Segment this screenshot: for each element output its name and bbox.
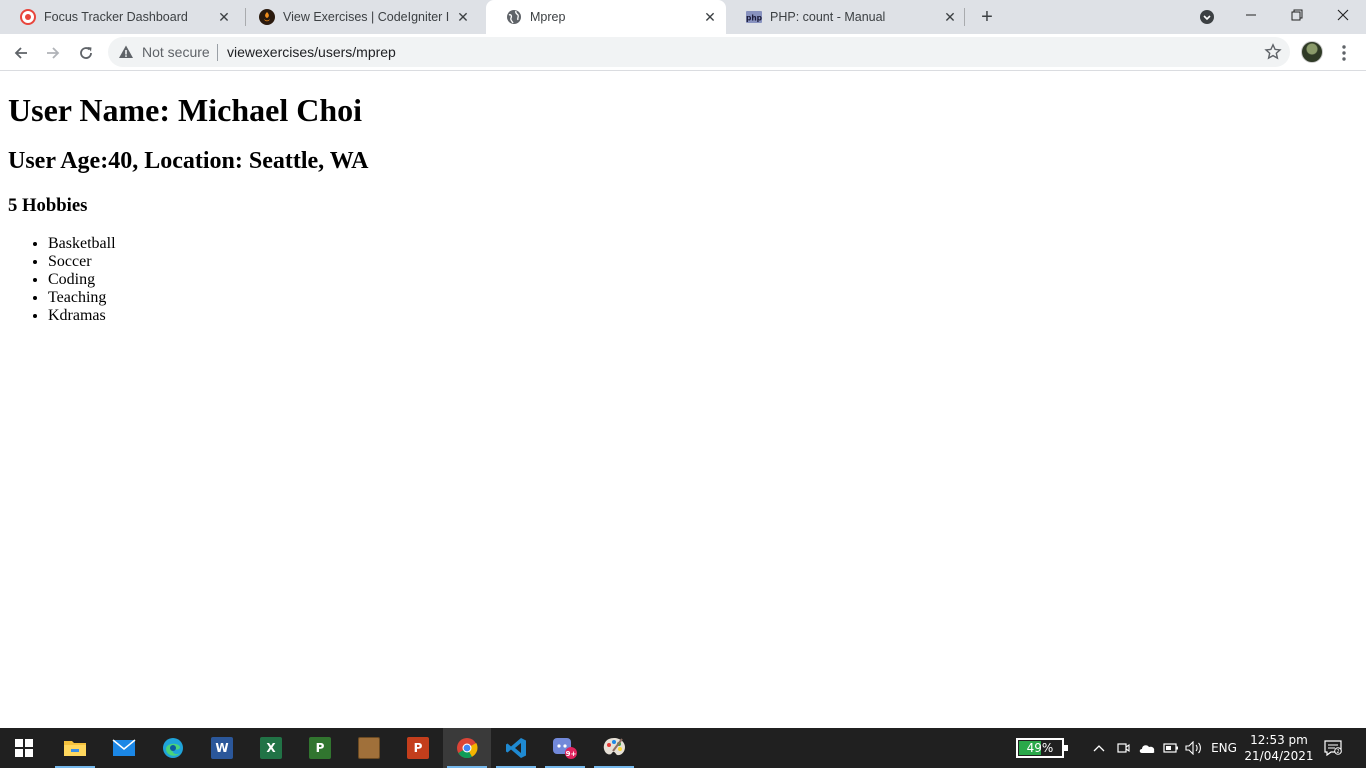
language-indicator[interactable]: ENG bbox=[1208, 728, 1240, 768]
browser-toolbar: Not secure viewexercises/users/mprep bbox=[0, 34, 1366, 71]
tab-search-icon[interactable] bbox=[1199, 9, 1215, 25]
address-bar[interactable]: Not secure viewexercises/users/mprep bbox=[108, 37, 1290, 67]
security-label[interactable]: Not secure bbox=[142, 44, 210, 60]
minimize-icon[interactable] bbox=[1228, 0, 1274, 30]
taskbar-file-explorer[interactable] bbox=[51, 728, 99, 768]
svg-text:php: php bbox=[746, 14, 762, 23]
notification-badge: 9+ bbox=[566, 750, 577, 758]
tab-title: Focus Tracker Dashboard bbox=[44, 10, 188, 24]
new-tab-button[interactable]: + bbox=[977, 7, 997, 27]
php-icon: php bbox=[746, 9, 762, 25]
edge-icon bbox=[163, 738, 183, 758]
book-icon bbox=[358, 737, 380, 759]
clock[interactable]: 12:53 pm 21/04/2021 bbox=[1244, 732, 1314, 764]
taskbar-mail[interactable] bbox=[100, 728, 148, 768]
list-item: Teaching bbox=[48, 289, 1358, 307]
list-item: Soccer bbox=[48, 253, 1358, 271]
close-tab-icon[interactable]: ✕ bbox=[216, 9, 232, 25]
tab-mprep[interactable]: Mprep ✕ bbox=[486, 0, 726, 34]
close-tab-icon[interactable]: ✕ bbox=[702, 9, 718, 25]
hobbies-list: Basketball Soccer Coding Teaching Kdrama… bbox=[8, 235, 1358, 325]
show-hidden-icons-icon[interactable] bbox=[1090, 728, 1108, 768]
user-details-heading: User Age:40, Location: Seattle, WA bbox=[8, 148, 369, 174]
volume-icon[interactable] bbox=[1185, 728, 1203, 768]
palette-icon bbox=[603, 738, 625, 756]
codeigniter-icon bbox=[259, 9, 275, 25]
tab-title: Mprep bbox=[530, 10, 566, 24]
meet-now-icon[interactable] bbox=[1114, 728, 1132, 768]
tab-view-exercises[interactable]: View Exercises | CodeIgniter I ✕ bbox=[239, 0, 479, 34]
start-button[interactable] bbox=[0, 728, 48, 768]
forward-icon[interactable] bbox=[40, 40, 66, 66]
taskbar-edge[interactable] bbox=[149, 728, 197, 768]
taskbar-word[interactable]: W bbox=[198, 728, 246, 768]
battery-percent: 49% bbox=[1026, 741, 1054, 755]
profile-avatar[interactable] bbox=[1301, 41, 1323, 63]
list-item: Coding bbox=[48, 271, 1358, 289]
svg-text:2: 2 bbox=[1336, 749, 1339, 755]
word-icon: W bbox=[211, 737, 233, 759]
onedrive-icon[interactable] bbox=[1137, 728, 1157, 768]
divider bbox=[217, 44, 218, 61]
close-window-icon[interactable] bbox=[1320, 0, 1366, 30]
taskbar-chrome[interactable] bbox=[443, 728, 491, 768]
hobbies-heading: 5 Hobbies bbox=[8, 195, 88, 216]
url-text[interactable]: viewexercises/users/mprep bbox=[227, 44, 396, 60]
taskbar-vscode[interactable] bbox=[492, 728, 540, 768]
bookmark-star-icon[interactable] bbox=[1264, 43, 1282, 61]
list-item: Basketball bbox=[48, 235, 1358, 253]
close-tab-icon[interactable]: ✕ bbox=[455, 9, 471, 25]
project-icon: P bbox=[309, 737, 331, 759]
list-item: Kdramas bbox=[48, 307, 1358, 325]
taskbar-paint[interactable] bbox=[590, 728, 638, 768]
notifications-icon[interactable]: 2 bbox=[1320, 728, 1346, 768]
vscode-icon bbox=[506, 738, 526, 758]
tab-strip: Focus Tracker Dashboard ✕ View Exercises… bbox=[0, 0, 1366, 34]
taskbar-project[interactable]: P bbox=[296, 728, 344, 768]
battery-nub bbox=[1064, 745, 1068, 751]
close-tab-icon[interactable]: ✕ bbox=[942, 9, 958, 25]
warning-icon[interactable] bbox=[118, 44, 134, 60]
tab-title: PHP: count - Manual bbox=[770, 10, 886, 24]
powerpoint-icon: P bbox=[407, 737, 429, 759]
taskbar-excel[interactable]: X bbox=[247, 728, 295, 768]
focus-tracker-icon bbox=[20, 9, 36, 25]
folder-icon bbox=[64, 741, 86, 756]
mail-icon bbox=[112, 739, 136, 756]
battery-icon[interactable] bbox=[1162, 728, 1180, 768]
windows-icon bbox=[15, 739, 33, 757]
restore-icon[interactable] bbox=[1274, 0, 1320, 30]
back-icon[interactable] bbox=[8, 40, 34, 66]
time-text: 12:53 pm bbox=[1250, 733, 1308, 747]
tab-php-count[interactable]: php PHP: count - Manual ✕ bbox=[726, 0, 966, 34]
more-menu-icon[interactable] bbox=[1336, 43, 1352, 63]
user-name-heading: User Name: Michael Choi bbox=[8, 92, 362, 128]
date-text: 21/04/2021 bbox=[1244, 749, 1314, 763]
chrome-icon bbox=[457, 738, 478, 759]
tab-title: View Exercises | CodeIgniter I bbox=[283, 10, 450, 24]
taskbar: W X P P 9+ 49% ENG 12:53 pm 21/04/2021 2 bbox=[0, 728, 1366, 768]
taskbar-discord[interactable]: 9+ bbox=[541, 728, 589, 768]
page-content: User Name: Michael Choi User Age:40, Loc… bbox=[0, 72, 1366, 728]
taskbar-bible[interactable] bbox=[345, 728, 393, 768]
tab-separator bbox=[964, 8, 965, 26]
discord-icon: 9+ bbox=[553, 738, 577, 759]
taskbar-powerpoint[interactable]: P bbox=[394, 728, 442, 768]
globe-icon bbox=[506, 9, 522, 25]
battery-indicator[interactable]: 49% bbox=[1016, 738, 1068, 758]
reload-icon[interactable] bbox=[73, 40, 99, 66]
tab-focus-tracker[interactable]: Focus Tracker Dashboard ✕ bbox=[0, 0, 240, 34]
excel-icon: X bbox=[260, 737, 282, 759]
